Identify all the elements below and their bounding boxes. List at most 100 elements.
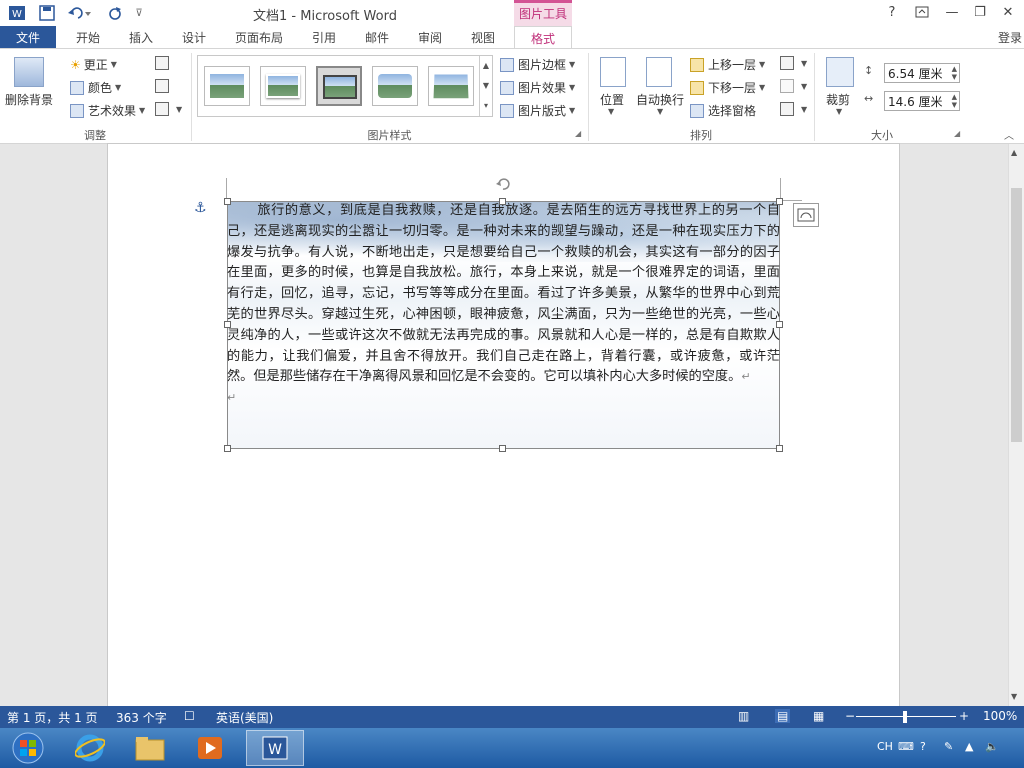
resize-handle-w[interactable] xyxy=(224,321,231,328)
word-taskbar-icon[interactable]: W xyxy=(246,730,304,766)
picture-styles-group-label: 图片样式 xyxy=(367,129,412,142)
scrollbar-thumb[interactable] xyxy=(1011,188,1022,442)
pen-icon[interactable]: ✎ xyxy=(944,740,953,753)
change-picture-icon[interactable] xyxy=(155,79,173,93)
minimize-button[interactable]: — xyxy=(938,2,966,22)
resize-handle-s[interactable] xyxy=(499,445,506,452)
picture-styles-gallery: ▲ ▼ ▾ xyxy=(197,55,493,117)
style-thumb-2[interactable] xyxy=(260,66,306,106)
print-layout-icon[interactable]: ▤ xyxy=(775,709,791,723)
page-count[interactable]: 第 1 页，共 1 页 xyxy=(7,709,98,726)
tab-insert[interactable]: 插入 xyxy=(119,26,163,48)
word-count[interactable]: 363 个字 xyxy=(116,709,167,726)
svg-text:W: W xyxy=(268,742,282,758)
sign-in-link[interactable]: 登录 xyxy=(998,26,1022,48)
spinner-icon[interactable]: ▲ ▼ xyxy=(952,65,957,81)
resize-handle-nw[interactable] xyxy=(224,198,231,205)
windows-taskbar: W CH ⌨ ? ✎ ▲ 🔈 xyxy=(0,728,1024,768)
picture-border-button[interactable]: 图片边框 ▼ xyxy=(500,56,575,73)
tab-file[interactable]: 文件 xyxy=(0,26,56,48)
chevron-down-icon: ▼ xyxy=(115,83,122,92)
crop-button[interactable]: 裁剪 xyxy=(826,91,850,108)
style-thumb-5[interactable] xyxy=(428,66,474,106)
position-button[interactable]: 位置 xyxy=(600,91,624,108)
tab-design[interactable]: 设计 xyxy=(172,26,216,48)
tab-view[interactable]: 视图 xyxy=(461,26,505,48)
start-button-icon[interactable] xyxy=(2,730,54,766)
arrange-group-label: 排列 xyxy=(690,129,712,142)
zoom-out-button[interactable]: − xyxy=(845,709,855,723)
title-bar: W ⊽ 文档1 - Microsoft Word 图片工具 ? — ❐ ✕ xyxy=(0,0,1024,26)
tab-home[interactable]: 开始 xyxy=(66,26,110,48)
chevron-down-icon: ▼ xyxy=(657,107,664,116)
chevron-down-icon: ▼ xyxy=(569,60,576,69)
tab-mailings[interactable]: 邮件 xyxy=(355,26,399,48)
rotate-icon[interactable]: ▼ xyxy=(780,102,807,116)
wrap-text-button[interactable]: 自动换行 xyxy=(636,91,684,108)
internet-explorer-icon[interactable] xyxy=(62,730,118,766)
ime-indicator[interactable]: CH xyxy=(877,740,893,753)
language-status[interactable]: 英语(美国) xyxy=(216,709,273,726)
layout-options-icon[interactable] xyxy=(793,203,819,227)
file-explorer-icon[interactable] xyxy=(122,730,178,766)
document-body[interactable]: 旅行的意义，到底是自我救赎，还是自我放逐。是去陌生的远方寻找世界上的另一个自己，… xyxy=(227,201,780,409)
picture-layout-button[interactable]: 图片版式 ▼ xyxy=(500,102,575,119)
selection-pane-button[interactable]: 选择窗格 xyxy=(690,102,756,119)
height-input[interactable]: 6.54 厘米 ▲ ▼ xyxy=(884,63,960,83)
proofing-icon[interactable]: ☐ xyxy=(184,709,195,723)
resize-handle-ne[interactable] xyxy=(776,198,783,205)
picture-effects-button[interactable]: 图片效果 ▼ xyxy=(500,79,575,96)
tab-page-layout[interactable]: 页面布局 xyxy=(228,26,290,48)
collapse-ribbon-icon[interactable]: ︿ xyxy=(1004,127,1014,142)
send-backward-button[interactable]: 下移一层 ▼ xyxy=(690,79,765,96)
volume-icon[interactable]: 🔈 xyxy=(985,740,999,753)
tab-references[interactable]: 引用 xyxy=(302,26,346,48)
color-button[interactable]: 颜色 ▼ xyxy=(70,79,121,96)
compress-pictures-icon[interactable] xyxy=(155,56,173,70)
close-button[interactable]: ✕ xyxy=(994,2,1022,22)
rotate-handle-icon[interactable] xyxy=(495,176,511,192)
style-thumb-1[interactable] xyxy=(204,66,250,106)
media-player-icon[interactable] xyxy=(182,730,238,766)
tab-review[interactable]: 审阅 xyxy=(408,26,452,48)
read-mode-icon[interactable]: ▥ xyxy=(738,709,749,723)
gallery-scroll[interactable]: ▲ ▼ ▾ xyxy=(479,56,492,116)
anchor-icon: ⚓ xyxy=(194,200,207,216)
tab-format[interactable]: 格式 xyxy=(514,26,572,49)
picture-layout-icon xyxy=(500,103,514,118)
style-thumb-3[interactable] xyxy=(316,66,362,106)
dialog-launcher-icon[interactable]: ◢ xyxy=(575,129,581,138)
show-hidden-icons[interactable]: ▲ xyxy=(965,740,973,753)
resize-handle-n[interactable] xyxy=(499,198,506,205)
bring-forward-button[interactable]: 上移一层 ▼ xyxy=(690,56,765,73)
picture-border-icon xyxy=(500,57,514,72)
spinner-icon[interactable]: ▲ ▼ xyxy=(952,93,957,109)
scroll-up-icon[interactable]: ▲ xyxy=(1011,148,1017,157)
help-button[interactable]: ? xyxy=(878,2,906,22)
resize-handle-sw[interactable] xyxy=(224,445,231,452)
resize-handle-e[interactable] xyxy=(776,321,783,328)
zoom-level[interactable]: 100% xyxy=(983,709,1017,723)
help-tray-icon[interactable]: ? xyxy=(920,740,926,753)
ribbon-display-options-icon[interactable] xyxy=(908,2,936,22)
corrections-button[interactable]: ☀ 更正 ▼ xyxy=(70,56,117,73)
chevron-down-icon: ▼ xyxy=(110,60,117,69)
web-layout-icon[interactable]: ▦ xyxy=(813,709,824,723)
align-icon[interactable]: ▼ xyxy=(780,56,807,70)
style-thumb-4[interactable] xyxy=(372,66,418,106)
scroll-down-icon[interactable]: ▼ xyxy=(1011,692,1017,701)
keyboard-icon[interactable]: ⌨ xyxy=(898,740,914,753)
restore-button[interactable]: ❐ xyxy=(966,2,994,22)
dialog-launcher-icon[interactable]: ◢ xyxy=(954,129,960,138)
resize-handle-se[interactable] xyxy=(776,445,783,452)
chevron-down-icon: ▼ xyxy=(759,60,766,69)
sun-icon: ☀ xyxy=(70,57,81,72)
artistic-effects-button[interactable]: 艺术效果 ▼ xyxy=(70,102,145,119)
reset-picture-icon[interactable]: ▼ xyxy=(155,102,182,116)
width-input[interactable]: 14.6 厘米 ▲ ▼ xyxy=(884,91,960,111)
remove-background-button[interactable]: 删除背景 xyxy=(5,91,53,108)
zoom-slider-thumb[interactable] xyxy=(903,711,907,723)
chevron-down-icon: ▼ xyxy=(608,107,615,116)
zoom-in-button[interactable]: + xyxy=(959,709,969,723)
group-objects-icon[interactable]: ▼ xyxy=(780,79,807,93)
